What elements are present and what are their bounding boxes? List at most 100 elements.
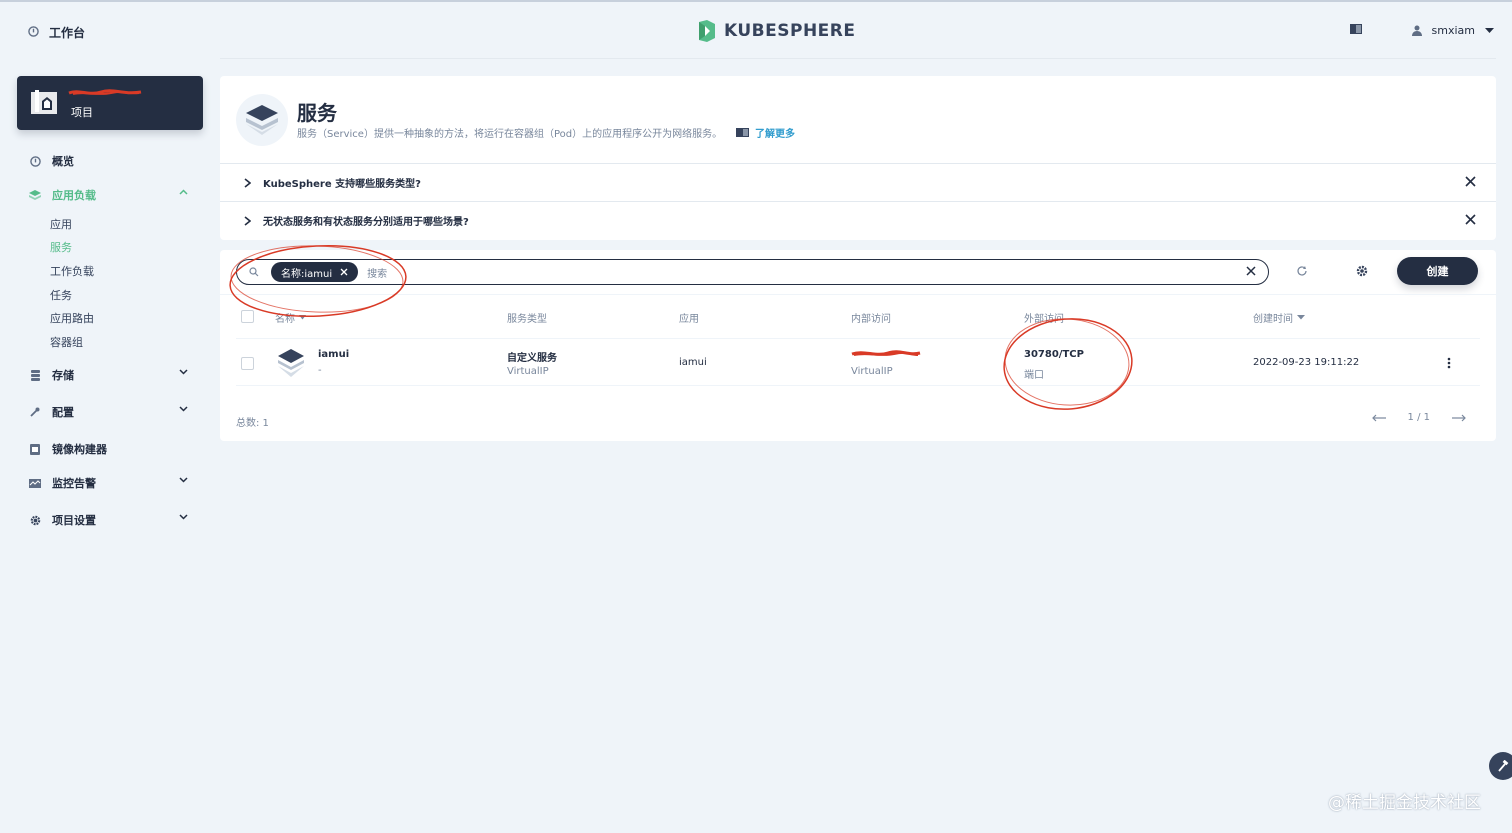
close-icon[interactable] — [340, 268, 348, 276]
sidebar-item-label: 概览 — [52, 155, 74, 168]
column-header-app: 应用 — [679, 314, 699, 325]
sidebar-subitem-routes[interactable]: 应用路由 — [50, 311, 94, 327]
faq-question: KubeSphere 支持哪些服务类型? — [263, 179, 421, 190]
faq-item[interactable]: KubeSphere 支持哪些服务类型? — [220, 163, 1496, 201]
sort-icon — [1297, 315, 1305, 320]
service-app: iamui — [679, 357, 707, 368]
chevron-right-icon — [244, 177, 251, 188]
workbench-label: 工作台 — [49, 26, 86, 40]
workbench-icon — [28, 25, 39, 40]
refresh-icon[interactable] — [1296, 265, 1308, 277]
layers-icon — [28, 188, 42, 202]
pagination: 1 / 1 — [1371, 412, 1466, 423]
page-description: 服务（Service）提供一种抽象的方法，将运行在容器组（Pod）上的应用程序公… — [297, 129, 723, 140]
page-title: 服务 — [297, 101, 337, 125]
user-menu[interactable]: smxiam — [1411, 24, 1494, 37]
username: smxiam — [1431, 24, 1475, 37]
docs-icon[interactable] — [1349, 24, 1362, 37]
monitor-icon — [28, 476, 42, 490]
external-access: 30780/TCP — [1024, 349, 1084, 360]
column-header-type: 服务类型 — [507, 314, 547, 325]
redaction-mark — [68, 89, 142, 95]
sidebar-item-app-workloads[interactable]: 应用负载 — [28, 184, 198, 206]
sidebar-subitem-apps[interactable]: 应用 — [50, 217, 72, 233]
sidebar-item-label: 应用负载 — [52, 189, 96, 202]
service-type: 自定义服务 — [507, 353, 557, 364]
service-icon — [278, 349, 304, 377]
clear-search-icon[interactable] — [1246, 266, 1256, 276]
project-card[interactable]: 项目 — [17, 76, 203, 130]
hammer-icon — [1498, 760, 1509, 772]
filter-tag[interactable]: 名称:iamui — [271, 262, 359, 282]
user-icon — [1411, 25, 1422, 36]
service-name-link[interactable]: iamui — [318, 349, 349, 360]
search-icon — [249, 267, 259, 277]
redaction-mark — [851, 350, 921, 356]
more-icon[interactable] — [1447, 357, 1451, 369]
sidebar-item-overview[interactable]: 概览 — [28, 150, 198, 172]
sidebar-subitem-pods[interactable]: 容器组 — [50, 335, 83, 351]
sidebar-item-label: 监控告警 — [52, 477, 96, 490]
sidebar-subitem-workloads[interactable]: 工作负载 — [50, 264, 94, 280]
chevron-down-icon — [179, 514, 188, 520]
created-time: 2022-09-23 19:11:22 — [1253, 357, 1360, 368]
watermark: @稀土掘金技术社区 — [1328, 793, 1481, 813]
sidebar-item-project-settings[interactable]: 项目设置 — [28, 509, 198, 531]
service-icon — [236, 94, 288, 146]
sidebar-subitem-services[interactable]: 服务 — [50, 240, 72, 256]
column-header-external: 外部访问 — [1024, 314, 1064, 325]
sidebar-subitem-jobs[interactable]: 任务 — [50, 288, 72, 304]
gear-icon[interactable] — [1356, 265, 1368, 277]
sidebar-item-monitoring[interactable]: 监控告警 — [28, 472, 198, 494]
arrow-left-icon[interactable] — [1371, 414, 1386, 422]
row-checkbox[interactable] — [241, 357, 254, 370]
workbench-link[interactable]: 工作台 — [28, 24, 85, 41]
column-header-internal: 内部访问 — [851, 314, 891, 325]
search-input[interactable]: 搜索 — [367, 265, 387, 280]
chevron-down-icon — [179, 406, 188, 412]
chevron-up-icon — [179, 189, 188, 195]
column-header-created[interactable]: 创建时间 — [1253, 310, 1305, 325]
chevron-down-icon — [1485, 27, 1494, 33]
close-icon[interactable] — [1465, 214, 1476, 225]
filter-tag-label: 名称:iamui — [281, 268, 333, 280]
create-button[interactable]: 创建 — [1397, 257, 1478, 285]
faq-question: 无状态服务和有状态服务分别适用于哪些场景? — [263, 217, 469, 228]
sort-icon — [299, 315, 306, 320]
column-header-label: 名称 — [275, 314, 295, 325]
search-bar[interactable]: 名称:iamui 搜索 — [236, 259, 1269, 285]
close-icon[interactable] — [1465, 176, 1476, 187]
select-all-checkbox[interactable] — [241, 310, 254, 323]
logo-text: KUBESPHERE — [724, 21, 856, 41]
chevron-down-icon — [179, 369, 188, 375]
wrench-icon — [28, 405, 42, 419]
sidebar-item-label: 项目设置 — [52, 514, 96, 527]
top-bar: 工作台 KUBESPHERE smxiam — [0, 0, 1512, 60]
project-label: 项目 — [71, 106, 93, 119]
total-count: 总数: 1 — [236, 418, 269, 429]
sidebar-item-storage[interactable]: 存储 — [28, 364, 198, 386]
gear-icon — [28, 513, 42, 527]
service-type-sub: VirtualIP — [507, 366, 549, 377]
internal-access-sub: VirtualIP — [851, 366, 893, 377]
column-header-name[interactable]: 名称 — [275, 310, 306, 325]
top-divider — [220, 58, 1496, 59]
kubesphere-logo[interactable]: KUBESPHERE — [696, 20, 856, 42]
faq-item[interactable]: 无状态服务和有状态服务分别适用于哪些场景? — [220, 201, 1496, 239]
arrow-right-icon[interactable] — [1452, 414, 1466, 422]
project-icon — [31, 90, 57, 114]
sidebar-item-label: 镜像构建器 — [52, 443, 107, 456]
toolbox-button[interactable] — [1489, 752, 1512, 780]
learn-more-label: 了解更多 — [755, 129, 795, 140]
chevron-right-icon — [244, 215, 251, 226]
chevron-down-icon — [179, 477, 188, 483]
table-row[interactable]: iamui - 自定义服务 VirtualIP iamui VirtualIP … — [236, 338, 1480, 386]
external-access-sub: 端口 — [1024, 370, 1044, 381]
sidebar-item-config[interactable]: 配置 — [28, 401, 198, 423]
overview-icon — [28, 154, 42, 168]
learn-more-link[interactable]: 了解更多 — [736, 125, 795, 140]
service-name-sub: - — [318, 365, 322, 376]
database-icon — [28, 368, 42, 382]
sidebar-item-label: 配置 — [52, 406, 74, 419]
sidebar-item-image-builder[interactable]: 镜像构建器 — [28, 438, 198, 460]
